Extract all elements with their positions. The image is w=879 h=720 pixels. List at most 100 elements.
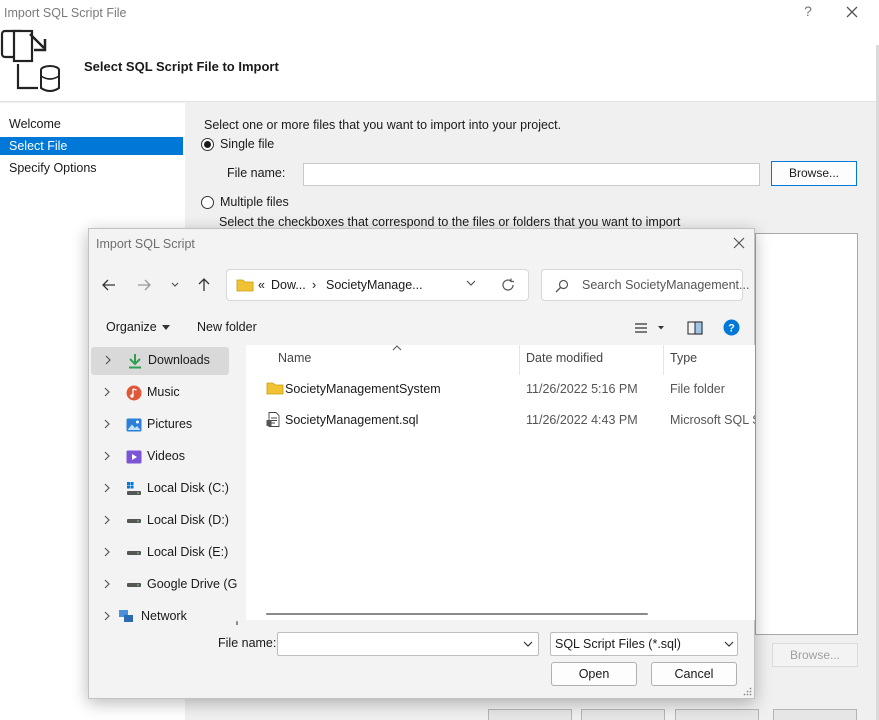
chevron-right-icon[interactable] (104, 387, 110, 397)
chevron-down-icon[interactable] (523, 641, 533, 648)
svg-text:?: ? (728, 323, 735, 335)
file-name-label: File name: (227, 166, 286, 180)
single-file-radio[interactable] (201, 138, 214, 151)
tree-item-local-disk-e[interactable]: Local Disk (E:) (90, 539, 228, 567)
dialog-close-icon[interactable] (731, 235, 747, 251)
organize-label: Organize (106, 320, 157, 334)
multiple-files-hint: Select the checkboxes that correspond to… (219, 215, 681, 229)
dialog-title: Import SQL Script (96, 237, 195, 251)
wizard-titlebar: Import SQL Script File ? (0, 0, 879, 28)
column-header-date[interactable]: Date modified (526, 351, 603, 365)
column-header-name[interactable]: Name (278, 351, 311, 365)
command-bar: Organize New folder ? (89, 314, 754, 342)
file-date: 11/26/2022 5:16 PM (526, 382, 638, 396)
file-type-value: SQL Script Files (*.sql) (555, 637, 681, 651)
multiple-files-tree[interactable] (755, 233, 858, 635)
chevron-right-icon[interactable] (104, 419, 110, 429)
file-list: Name Date modified Type SocietyManagemen… (246, 345, 755, 620)
arrow-up-icon (198, 278, 210, 291)
navigation-pane: Downloads Music Pictures Videos Local Di… (90, 345, 238, 625)
arrow-left-icon (102, 279, 115, 291)
address-history-icon[interactable] (466, 280, 476, 287)
column-divider[interactable] (663, 345, 664, 375)
tree-label: Network (141, 609, 187, 623)
refresh-icon[interactable] (501, 278, 515, 292)
tree-item-videos[interactable]: Videos (90, 443, 228, 471)
nav-item-specify-options[interactable]: Specify Options (0, 159, 183, 177)
open-button[interactable]: Open (551, 662, 637, 686)
tree-item-music[interactable]: Music (90, 379, 228, 407)
multiple-files-radio[interactable] (201, 196, 214, 209)
column-divider[interactable] (519, 345, 520, 375)
file-date: 11/26/2022 4:43 PM (526, 413, 638, 427)
file-name: SocietyManagementSystem (285, 382, 441, 396)
search-box[interactable]: Search SocietyManagement... (541, 269, 749, 301)
up-button[interactable] (193, 273, 215, 297)
view-options-icon[interactable] (634, 321, 664, 335)
breadcrumb-society-management[interactable]: SocietyManage... (326, 278, 423, 292)
address-bar[interactable]: « Dow... › SocietyManage... (226, 269, 529, 301)
help-icon[interactable]: ? (723, 319, 740, 336)
videos-icon (126, 450, 142, 464)
arrow-right-icon (138, 279, 151, 291)
column-header-type[interactable]: Type (670, 351, 697, 365)
file-open-dialog: Import SQL Script « Dow... › SocietyMana… (88, 228, 755, 699)
tree-scrollbar[interactable] (236, 621, 238, 625)
tree-item-network[interactable]: Network (90, 603, 228, 625)
chevron-right-icon[interactable] (104, 579, 110, 589)
cancel-button[interactable]: Cancel (651, 662, 737, 686)
preview-pane-icon[interactable] (687, 321, 703, 335)
wizard-next-button[interactable] (581, 709, 665, 720)
tree-item-pictures[interactable]: Pictures (90, 411, 228, 439)
chevron-right-icon[interactable] (104, 547, 110, 557)
organize-menu[interactable]: Organize (106, 320, 170, 334)
tree-label: Pictures (147, 417, 193, 431)
tree-label: Local Disk (C:) (147, 481, 229, 495)
browse-multiple-button[interactable]: Browse... (772, 643, 858, 667)
chevron-right-icon[interactable] (104, 483, 110, 493)
address-overflow[interactable]: « (258, 278, 265, 292)
recent-locations-button[interactable] (164, 273, 186, 297)
horizontal-scrollbar[interactable] (266, 613, 648, 615)
tree-label: Google Drive (G:) (147, 577, 238, 591)
tree-label: Local Disk (D:) (147, 513, 229, 527)
wizard-title: Import SQL Script File (4, 6, 127, 20)
file-row[interactable]: SocietyManagement.sql 11/26/2022 4:43 PM… (246, 405, 755, 435)
tree-item-local-disk-c[interactable]: Local Disk (C:) (90, 475, 229, 503)
nav-item-welcome[interactable]: Welcome (0, 115, 183, 133)
sort-ascending-icon (392, 345, 402, 351)
tree-item-downloads[interactable]: Downloads (91, 347, 229, 375)
tree-item-local-disk-d[interactable]: Local Disk (D:) (90, 507, 229, 535)
back-button[interactable] (98, 273, 120, 297)
file-type-dropdown[interactable]: SQL Script Files (*.sql) (550, 632, 738, 656)
wizard-cancel-button[interactable] (773, 709, 857, 720)
browse-button[interactable]: Browse... (771, 161, 857, 186)
pictures-icon (126, 418, 142, 432)
network-icon (119, 610, 133, 622)
chevron-right-icon[interactable] (104, 515, 110, 525)
wizard-close-icon[interactable] (842, 2, 862, 22)
file-name-combobox[interactable] (277, 632, 539, 656)
breadcrumb-downloads[interactable]: Dow... (271, 278, 306, 292)
multiple-files-label: Multiple files (220, 195, 289, 209)
tree-item-google-drive[interactable]: Google Drive (G:) (90, 571, 238, 599)
file-name-field[interactable] (303, 163, 760, 186)
breadcrumb-separator: › (312, 278, 317, 292)
file-name: SocietyManagement.sql (285, 413, 419, 427)
forward-button[interactable] (133, 273, 155, 297)
chevron-right-icon[interactable] (104, 451, 110, 461)
intro-text: Select one or more files that you want t… (204, 118, 562, 132)
windows-drive-icon (127, 482, 141, 495)
help-button[interactable]: ? (800, 3, 816, 19)
wizard-previous-button[interactable] (488, 709, 572, 720)
wizard-finish-button[interactable] (675, 709, 759, 720)
resize-grip-icon[interactable] (743, 687, 752, 696)
tree-label: Downloads (148, 353, 210, 367)
new-folder-button[interactable]: New folder (197, 320, 257, 334)
tree-label: Music (147, 385, 180, 399)
file-row[interactable]: SocietyManagementSystem 11/26/2022 5:16 … (246, 374, 755, 404)
chevron-right-icon[interactable] (105, 355, 111, 365)
nav-item-select-file[interactable]: Select File (0, 137, 183, 155)
chevron-right-icon[interactable] (104, 611, 110, 621)
drive-icon (127, 519, 141, 523)
